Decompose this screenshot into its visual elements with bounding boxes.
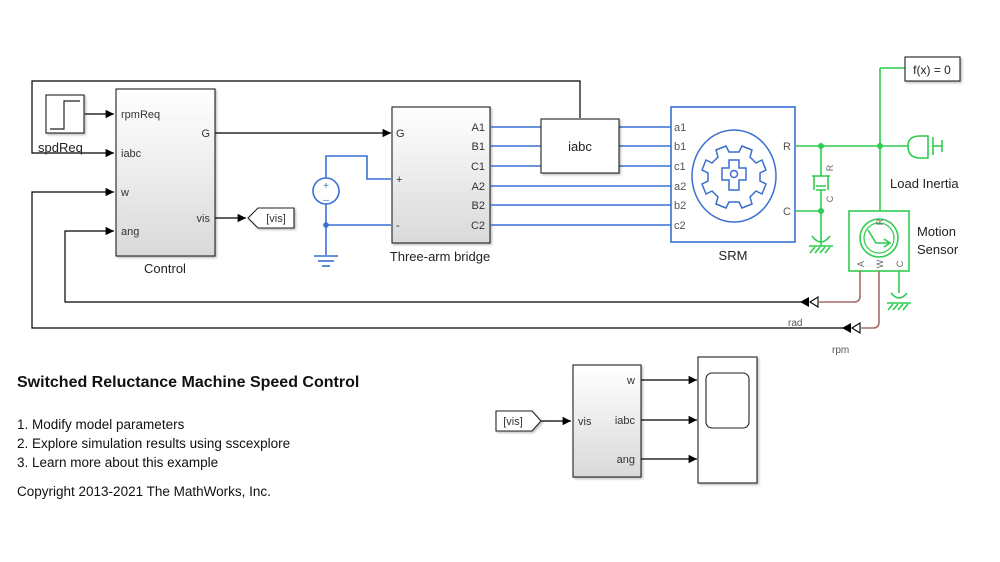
port-w: w — [120, 187, 129, 199]
port-rpmreq: rpmReq — [121, 109, 160, 121]
dc-voltage-source[interactable]: + – — [312, 155, 391, 255]
converter-icon — [808, 296, 819, 308]
motion-port-c: C — [895, 260, 905, 267]
port-r: R — [783, 141, 791, 153]
wire-iabc-feedback[interactable] — [31, 80, 581, 158]
ps-signal-wires — [819, 271, 880, 329]
step-block[interactable]: spdReq — [38, 94, 85, 155]
port-a1: A1 — [472, 122, 485, 134]
annotation-links: 1. Modify model parameters 2. Explore si… — [17, 415, 290, 472]
link-modify-parameters[interactable]: 1. Modify model parameters — [17, 415, 290, 434]
minus-icon: – — [323, 195, 329, 206]
port-c1: c1 — [674, 161, 686, 173]
damper-icon — [812, 175, 830, 193]
motion-sensor-block[interactable]: R A W C Motion Sensor — [848, 210, 959, 272]
port-iabc: iabc — [121, 148, 142, 160]
solver-configuration-block[interactable]: f(x) = 0 — [904, 56, 961, 82]
motion-port-w: W — [875, 259, 885, 268]
current-sensor-block[interactable]: iabc — [540, 118, 620, 174]
three-arm-bridge-block[interactable]: G + - A1 B1 C1 A2 B2 C2 Three-arm bridge — [390, 106, 491, 264]
ps-simulink-converter-rad[interactable] — [800, 296, 819, 308]
plus-icon: + — [323, 181, 329, 192]
link-explore-results[interactable]: 2. Explore simulation results using ssce… — [17, 434, 290, 453]
step-label: spdReq — [38, 140, 83, 155]
motion-port-a: A — [856, 261, 866, 267]
damper-port-r: R — [825, 164, 835, 171]
srm-block[interactable]: a1 b1 c1 a2 b2 c2 R C SRM — [670, 106, 796, 263]
damper-port-c: C — [825, 195, 835, 202]
visualization-subsystem[interactable]: vis w iabc ang — [572, 364, 642, 478]
port-a1: a1 — [674, 122, 686, 134]
model-title: Switched Reluctance Machine Speed Contro… — [17, 374, 360, 391]
port-c2: c2 — [674, 220, 686, 232]
goto-vis-label: [vis] — [266, 213, 286, 225]
port-vis: vis — [578, 416, 592, 428]
model-canvas: spdReq rpmReq iabc w ang G vis Control [… — [31, 56, 961, 484]
mechanical-ground-icon — [809, 235, 833, 254]
port-a2: A2 — [472, 181, 485, 193]
load-inertia-label: Load Inertia — [890, 176, 959, 191]
scope-block[interactable] — [697, 356, 758, 484]
from-vis-block[interactable]: [vis] — [495, 410, 542, 432]
goto-vis-block[interactable]: [vis] — [247, 207, 295, 229]
port-minus: - — [396, 220, 400, 232]
port-iabc: iabc — [615, 415, 636, 427]
motion-sensor-label-2: Sensor — [917, 242, 959, 257]
copyright-text: Copyright 2013-2021 The MathWorks, Inc. — [17, 484, 271, 499]
inertia-icon — [907, 135, 929, 159]
motion-port-r: R — [875, 218, 885, 225]
port-b1: B1 — [472, 141, 485, 153]
port-ang: ang — [617, 454, 635, 466]
current-sensor-label: iabc — [568, 139, 592, 154]
port-b2: b2 — [674, 200, 686, 212]
signal-label-rad: rad — [788, 318, 802, 329]
control-block[interactable]: rpmReq iabc w ang G vis Control — [115, 88, 216, 276]
from-vis-label: [vis] — [503, 416, 523, 428]
port-plus: + — [396, 174, 402, 186]
signal-label-rpm: rpm — [832, 345, 849, 356]
port-ang: ang — [121, 226, 139, 238]
link-learn-more[interactable]: 3. Learn more about this example — [17, 453, 290, 472]
mechanical-ground-icon — [887, 271, 911, 311]
srm-label: SRM — [719, 248, 748, 263]
port-g: G — [201, 128, 210, 140]
solver-label: f(x) = 0 — [913, 63, 951, 77]
port-c: C — [783, 206, 791, 218]
control-label: Control — [144, 261, 186, 276]
bridge-label: Three-arm bridge — [390, 249, 490, 264]
converter-icon — [850, 322, 861, 334]
port-w: w — [626, 375, 635, 387]
port-b2: B2 — [472, 200, 485, 212]
port-g: G — [396, 128, 405, 140]
port-b1: b1 — [674, 141, 686, 153]
ps-simulink-converter-rpm[interactable] — [842, 322, 861, 334]
port-vis: vis — [197, 213, 211, 225]
rotational-damper[interactable]: R C — [812, 164, 835, 202]
wire-plus — [325, 155, 391, 180]
motion-sensor-label-1: Motion — [917, 224, 956, 239]
port-a2: a2 — [674, 181, 686, 193]
port-c2: C2 — [471, 220, 485, 232]
scope-screen-icon — [705, 372, 750, 429]
load-inertia-block[interactable]: Load Inertia — [890, 135, 959, 191]
port-c1: C1 — [471, 161, 485, 173]
electrical-ground-icon — [314, 255, 338, 267]
